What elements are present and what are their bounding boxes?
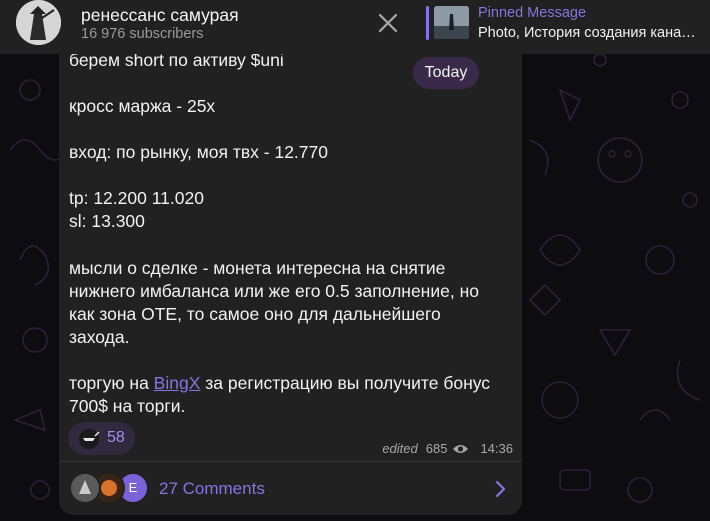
message-line: вход: по рынку, моя твх - 12.770 xyxy=(69,142,328,162)
commenter-avatar xyxy=(69,472,101,504)
channel-avatar[interactable] xyxy=(16,0,61,45)
message-text: торгую на xyxy=(69,373,154,393)
reaction-count: 58 xyxy=(107,429,125,446)
view-count: 685 xyxy=(425,441,448,456)
bingx-link[interactable]: BingX xyxy=(154,373,201,393)
reaction-button[interactable]: 58 xyxy=(68,422,135,455)
message-line: нижнего имбаланса или же его 0.5 заполне… xyxy=(69,281,479,301)
edited-label: edited xyxy=(382,441,418,456)
message-time: 14:36 xyxy=(480,441,513,456)
message-line-with-link: торгую на BingX за регистрацию вы получи… xyxy=(69,372,490,395)
date-pill: Today xyxy=(413,57,479,89)
ninja-sticker-icon xyxy=(79,429,100,449)
comments-button[interactable]: E 27 Comments xyxy=(59,462,522,515)
pinned-thumbnail[interactable] xyxy=(434,6,469,39)
message-line: sl: 13.300 xyxy=(69,211,145,231)
message-line: как зона ОТЕ, то самое оно для дальнейше… xyxy=(69,304,441,324)
message-line: мысли о сделке - монета интересна на сня… xyxy=(69,258,446,278)
message-line: tp: 12.200 11.020 xyxy=(69,188,204,208)
pinned-message-title[interactable]: Pinned Message xyxy=(478,5,586,21)
pinned-message-preview[interactable]: Photo, История создания кана… xyxy=(478,25,704,41)
eye-icon xyxy=(453,444,469,453)
subscriber-count: 16 976 subscribers xyxy=(81,26,204,42)
channel-title[interactable]: ренессанс самурая xyxy=(81,5,239,26)
pinned-indicator-bar xyxy=(426,6,429,40)
message-line: 700$ на торги. xyxy=(69,396,186,416)
message-line: кросс маржа - 25х xyxy=(69,96,216,116)
message-bubble: берем short по активу $uni кросс маржа -… xyxy=(59,40,522,515)
chat-header: ренессанс самурая 16 976 subscribers Pin… xyxy=(0,0,710,54)
message-meta: edited 685 14:36 xyxy=(382,441,513,456)
message-line: захода. xyxy=(69,327,130,347)
message-text: за регистрацию вы получите бонус xyxy=(200,373,491,393)
close-icon[interactable] xyxy=(374,9,402,37)
chevron-right-icon xyxy=(495,480,506,498)
comments-label[interactable]: 27 Comments xyxy=(159,479,265,499)
